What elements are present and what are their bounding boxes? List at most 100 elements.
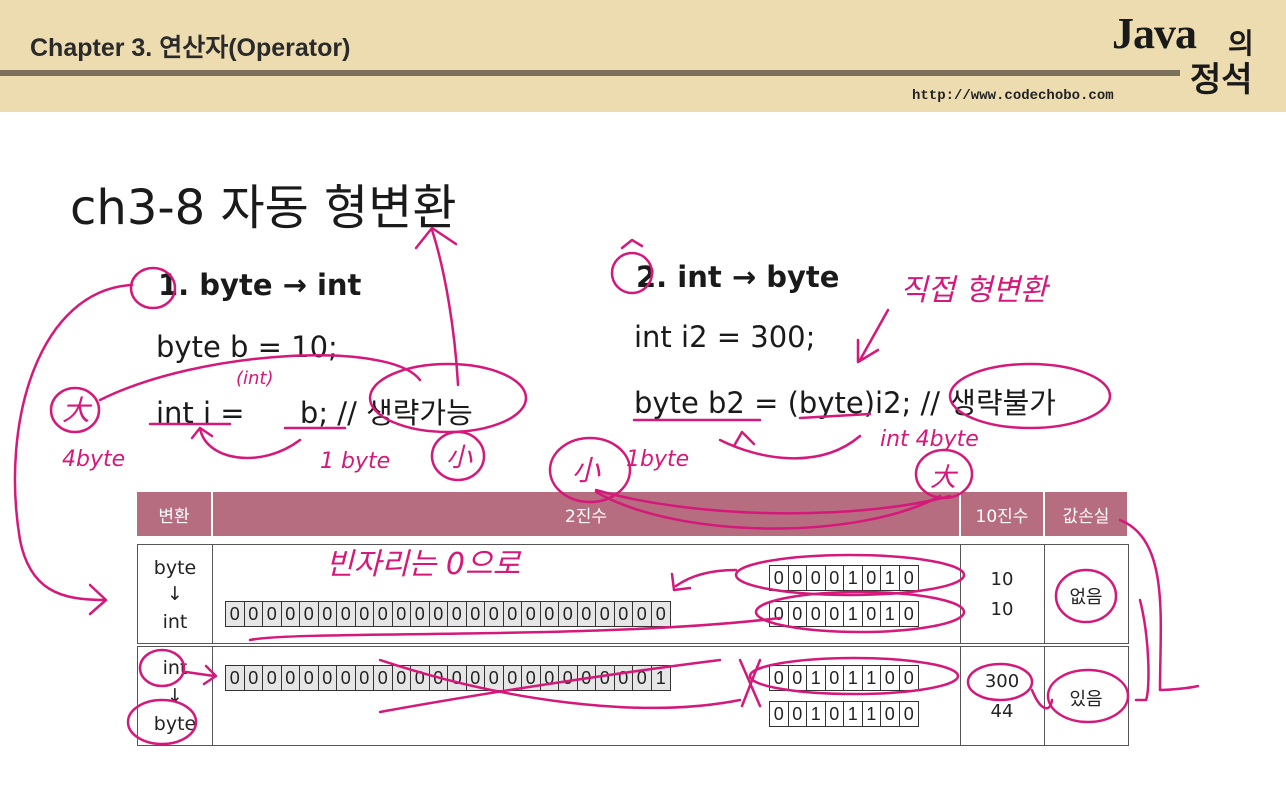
table-row-int-to-byte: int ↓ byte 000000000000000000000001 0010… [137,646,1129,746]
row2-top-prefix-bit: 0 [615,666,633,690]
row2-bits-top-suffix: 00101100 [769,665,919,691]
row1-bottom-prefix-bit: 0 [245,602,263,626]
row1-bottom-suffix-bit: 0 [826,602,844,626]
circle-big-right [914,448,974,500]
row1-bottom-prefix-bit: 0 [319,602,337,626]
row1-bottom-prefix-bit: 0 [430,602,448,626]
row2-bottom-bit: 1 [844,702,863,726]
row2-top-prefix-bit: 0 [263,666,282,690]
row2-dec-top: 300 [984,671,1020,692]
annot-small-left: 小 [446,443,473,473]
row2-arrow: ↓ [167,685,183,707]
row1-top-bit: 1 [844,566,863,590]
annot-1byte-small: 1 byte [320,449,390,474]
row1-bottom-suffix-bit: 1 [881,602,900,626]
row1-dec-top: 10 [990,569,1014,590]
row1-bottom-prefix-bit: 0 [633,602,652,626]
left-code-line2: int i = b; // 생략가능 [156,396,473,430]
row2-top-suffix-bit: 0 [826,666,844,690]
row1-bottom-prefix-bit: 0 [559,602,578,626]
row1-bottom-prefix-bit: 0 [615,602,633,626]
row2-top-prefix-bit: 0 [356,666,374,690]
row1-loss: 없음 [1069,587,1103,608]
header-loss: 값손실 [1045,492,1127,536]
row1-bottom-suffix-bit: 0 [789,602,807,626]
annot-direct-cast: 직접 형변환 [900,273,1051,308]
row2-top-suffix-bit: 1 [863,666,881,690]
row2-top-prefix-bit: 0 [282,666,300,690]
arrow-to-table-left [13,283,134,602]
site-url[interactable]: http://www.codechobo.com [912,88,1114,104]
annot-big-right: 大 [930,463,959,493]
row1-bottom-suffix-bit: 0 [903,604,914,624]
row1-bottom-prefix-bit: 0 [467,602,485,626]
row1-bottom-prefix-bit: 0 [300,602,319,626]
row1-bottom-prefix-bit: 0 [596,602,615,626]
row1-top-bit: 0 [770,566,789,590]
row2-top-suffix-bit: 0 [903,668,914,688]
row2-top-prefix-bit: 0 [300,666,319,690]
row2-top-prefix-bit: 0 [337,666,356,690]
row1-top-bit: 1 [881,566,900,590]
row2-top-prefix-bit: 0 [467,666,485,690]
row2-bottom-bit: 0 [770,702,789,726]
row2-top-prefix-bit: 0 [522,666,541,690]
row2-bottom-bit: 0 [789,702,807,726]
row2-top-prefix-bit: 0 [393,666,411,690]
table-header: 변환 2진수 10진수 값손실 [137,492,1127,536]
row2-top-suffix-bit: 1 [807,666,826,690]
header-binary: 2진수 [213,492,959,536]
row2-top-prefix-bit: 0 [596,666,615,690]
row1-dec-bottom: 10 [990,599,1014,620]
row1-bottom-prefix-bit: 0 [522,602,541,626]
annot-int-cast: (int) [236,368,274,389]
row2-bottom-bit: 1 [807,702,826,726]
row1-bottom-prefix-bit: 0 [393,602,411,626]
row2-top-prefix-bit: 0 [578,666,596,690]
row1-bottom-prefix-bit: 0 [356,602,374,626]
row1-bottom-prefix-bit: 0 [485,602,504,626]
row1-arrow: ↓ [167,583,183,605]
header-banner: Chapter 3. 연산자(Operator) http://www.code… [0,0,1286,112]
java-jeongseok-logo: Java 의 정석 [1112,8,1272,100]
logo-jeongseok-text: 정석 [1190,60,1253,100]
row2-bottom-bit: 0 [881,702,900,726]
row1-bits-top: 00001010 [769,565,919,591]
row1-bottom-prefix-bit: 0 [504,602,522,626]
row2-top-prefix-bit: 1 [655,668,666,688]
row2-top-prefix-bit: 0 [633,666,652,690]
left-code-line1: byte b = 10; [156,330,338,364]
row2-top-prefix-bit: 0 [485,666,504,690]
row1-bits-bottom-suffix: 00001010 [769,601,919,627]
table-row-byte-to-int: byte ↓ int 00001010 00000000000000000000… [137,544,1129,644]
row1-top-bit: 0 [826,566,844,590]
row1-bottom-prefix-bit: 0 [374,602,393,626]
row2-top-prefix-bit: 0 [541,666,559,690]
row1-bottom-prefix-bit: 0 [655,604,666,624]
row2-type-to: byte [153,713,197,735]
row1-bottom-prefix-bit: 0 [337,602,356,626]
annot-4byte-left: 4byte [62,447,125,472]
row2-top-prefix-bit: 0 [559,666,578,690]
row2-top-suffix-bit: 0 [770,666,789,690]
row1-bottom-suffix-bit: 0 [807,602,826,626]
row2-top-prefix-bit: 0 [245,666,263,690]
row2-top-prefix-bit: 0 [319,666,337,690]
circle-big-left [49,386,101,434]
row2-top-prefix-bit: 0 [504,666,522,690]
annot-1byte-right: 1byte [626,447,689,472]
row1-bottom-suffix-bit: 0 [770,602,789,626]
row1-type-from: byte [153,557,197,579]
row1-top-bit: 0 [863,566,881,590]
header-conversion: 변환 [137,492,211,536]
row2-top-prefix-bit: 0 [374,666,393,690]
row1-top-bit: 0 [903,568,914,588]
row1-bottom-prefix-bit: 0 [226,602,245,626]
row1-bottom-prefix-bit: 0 [263,602,282,626]
row2-loss: 있음 [1069,689,1103,710]
arrow-to-title [430,228,460,387]
header-divider [0,70,1180,76]
annot-big-left: 大 [62,394,93,427]
row1-bottom-prefix-bit: 0 [541,602,559,626]
row2-top-suffix-bit: 0 [789,666,807,690]
